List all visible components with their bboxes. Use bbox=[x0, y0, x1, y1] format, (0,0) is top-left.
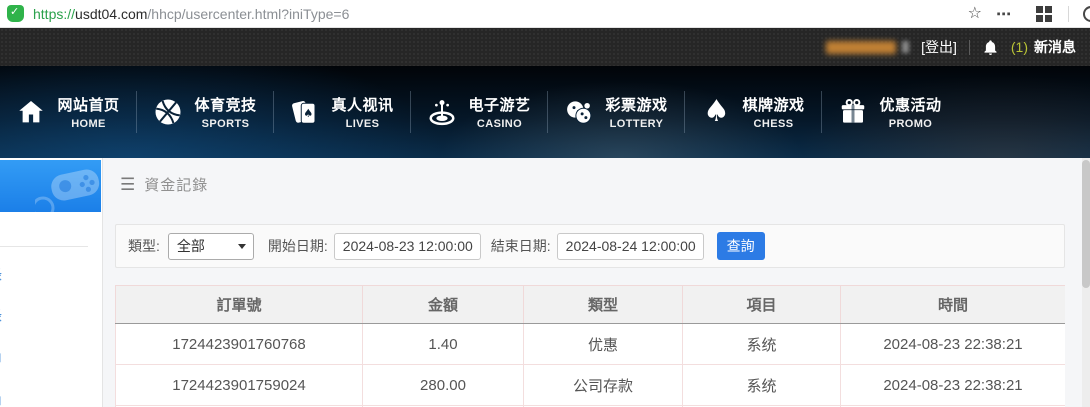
records-table-wrap: 訂單號 金額 類型 項目 時間 1724423901760768 1.40 优惠… bbox=[115, 285, 1065, 407]
cell-order-no: 1724423901759024 bbox=[116, 365, 363, 406]
cell-time: 2024-08-23 22:38:21 bbox=[841, 365, 1066, 406]
nav-label: 体育竞技SPORTS bbox=[194, 94, 256, 130]
url-separator: :// bbox=[63, 6, 75, 22]
nav-label: 真人视讯LIVES bbox=[331, 94, 393, 130]
end-date-input[interactable] bbox=[557, 233, 704, 260]
topbar-divider bbox=[969, 40, 970, 55]
page-header: ☰ 資金記錄 bbox=[120, 174, 208, 195]
home-icon bbox=[16, 97, 46, 127]
nav-item-home[interactable]: 网站首页HOME bbox=[0, 66, 136, 158]
url-path: /hhcp/usercenter.html?iniType=6 bbox=[147, 6, 349, 22]
nav-label: 彩票游戏LOTTERY bbox=[605, 94, 667, 130]
sports-ball-icon bbox=[153, 97, 183, 127]
nav-label: 电子游艺CASINO bbox=[468, 94, 530, 130]
url-scheme: https bbox=[33, 6, 63, 22]
username-redacted-tail bbox=[902, 41, 909, 53]
filter-bar: 類型: 全部 開始日期: 結束日期: 查詢 bbox=[115, 224, 1065, 268]
browser-address-bar: https://usdt04.com/hhcp/usercenter.html?… bbox=[0, 0, 1090, 28]
table-row: 1724423901759024 280.00 公司存款 系统 2024-08-… bbox=[116, 365, 1066, 406]
url-text[interactable]: https://usdt04.com/hhcp/usercenter.html?… bbox=[33, 6, 349, 22]
cell-type: 公司存款 bbox=[524, 365, 683, 406]
bookmark-star-icon[interactable]: ☆ bbox=[968, 6, 982, 22]
nav-item-sports[interactable]: 体育竞技SPORTS bbox=[137, 66, 273, 158]
bell-icon[interactable] bbox=[982, 39, 999, 56]
browser-toolbar-icons: ☆ ⋯ bbox=[968, 0, 1090, 28]
main-nav: 网站首页HOME 体育竞技SPORTS ♠ 真人视讯LIVES 电子游艺CASI… bbox=[0, 66, 1090, 158]
header-amount: 金額 bbox=[363, 286, 524, 324]
sidebar-partial-item[interactable]: 申 bbox=[0, 348, 2, 369]
playing-cards-icon: ♠ bbox=[290, 97, 320, 127]
username-redacted bbox=[826, 41, 896, 54]
search-button[interactable]: 查詢 bbox=[717, 232, 765, 260]
nav-item-lottery[interactable]: 彩票游戏LOTTERY bbox=[548, 66, 684, 158]
nav-item-lives[interactable]: ♠ 真人视讯LIVES bbox=[274, 66, 410, 158]
sidebar-banner[interactable] bbox=[0, 160, 101, 212]
cell-item: 系统 bbox=[683, 365, 841, 406]
type-select[interactable]: 全部 bbox=[168, 233, 254, 260]
url-domain: usdt04.com bbox=[75, 6, 147, 22]
header-item: 項目 bbox=[683, 286, 841, 324]
sidebar-partial-item[interactable]: 錄 bbox=[0, 264, 2, 285]
nav-label: 优惠活动PROMO bbox=[879, 94, 941, 130]
user-status-bar: [登出] (1) 新消息 bbox=[0, 28, 1090, 66]
sidebar-divider bbox=[0, 246, 88, 247]
sidebar-partial-item[interactable]: 錄 bbox=[0, 305, 2, 326]
nav-item-chess[interactable]: ♠ 棋牌游戏CHESS bbox=[685, 66, 821, 158]
secure-shield-icon[interactable] bbox=[7, 5, 24, 22]
records-table: 訂單號 金額 類型 項目 時間 1724423901760768 1.40 优惠… bbox=[115, 285, 1065, 407]
logout-link[interactable]: [登出] bbox=[921, 37, 957, 57]
start-date-label: 開始日期: bbox=[268, 236, 328, 256]
cell-amount: 280.00 bbox=[363, 365, 524, 406]
table-header-row: 訂單號 金額 類型 項目 時間 bbox=[116, 286, 1066, 324]
header-order-no: 訂單號 bbox=[116, 286, 363, 324]
page-title: 資金記錄 bbox=[144, 174, 208, 195]
more-options-icon[interactable]: ⋯ bbox=[996, 5, 1012, 23]
new-messages-link[interactable]: 新消息 bbox=[1034, 37, 1076, 57]
toolbar-divider bbox=[1068, 6, 1069, 22]
svg-text:♠: ♠ bbox=[304, 107, 314, 120]
table-row: 1724423901760768 1.40 优惠 系统 2024-08-23 2… bbox=[116, 324, 1066, 365]
lottery-balls-icon bbox=[564, 97, 594, 127]
cell-time: 2024-08-23 22:38:21 bbox=[841, 324, 1066, 365]
end-date-label: 結束日期: bbox=[491, 236, 551, 256]
nav-item-casino[interactable]: 电子游艺CASINO bbox=[411, 66, 547, 158]
hamburger-icon[interactable]: ☰ bbox=[120, 176, 135, 193]
header-time: 時間 bbox=[841, 286, 1066, 324]
cell-order-no: 1724423901760768 bbox=[116, 324, 363, 365]
chevron-down-icon bbox=[238, 244, 246, 249]
nav-label: 棋牌游戏CHESS bbox=[742, 94, 804, 130]
nav-label: 网站首页HOME bbox=[57, 94, 119, 130]
cell-type: 优惠 bbox=[524, 324, 683, 365]
type-select-value: 全部 bbox=[177, 236, 205, 256]
scrollbar-thumb[interactable] bbox=[1082, 160, 1090, 288]
profile-icon[interactable] bbox=[1083, 6, 1090, 22]
spade-icon: ♠ bbox=[701, 97, 731, 127]
type-label: 類型: bbox=[128, 236, 160, 256]
start-date-input[interactable] bbox=[334, 233, 481, 260]
sidebar: 錄 錄 申 申 bbox=[0, 158, 103, 407]
content-area: 錄 錄 申 申 ☰ 資金記錄 類型: 全部 開始日期: 結束日期: 查詢 訂單號… bbox=[0, 158, 1090, 407]
cell-amount: 1.40 bbox=[363, 324, 524, 365]
nav-item-promo[interactable]: 优惠活动PROMO bbox=[822, 66, 958, 158]
header-type: 類型 bbox=[524, 286, 683, 324]
message-count-badge: (1) bbox=[1011, 39, 1028, 55]
content-scrollbar[interactable] bbox=[1082, 158, 1090, 407]
apps-grid-icon[interactable] bbox=[1036, 6, 1052, 22]
roulette-icon bbox=[427, 97, 457, 127]
cell-item: 系统 bbox=[683, 324, 841, 365]
sidebar-partial-item[interactable]: 申 bbox=[0, 391, 2, 407]
gamepad-graphic bbox=[35, 164, 101, 212]
gift-icon bbox=[838, 97, 868, 127]
